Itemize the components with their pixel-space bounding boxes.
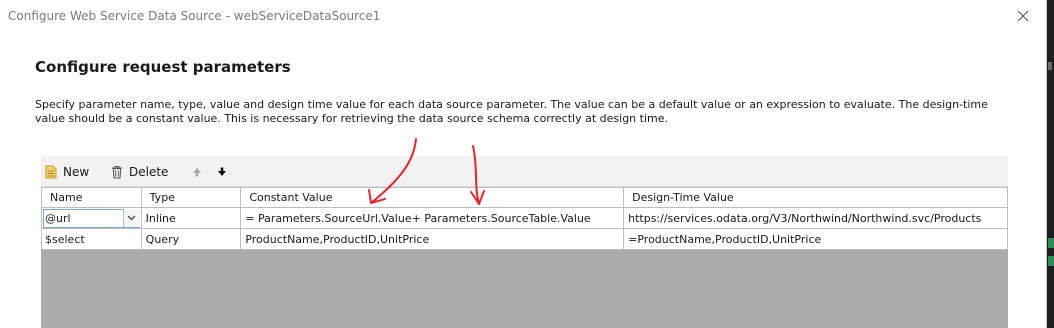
page-description: Specify parameter name, type, value and … — [35, 98, 988, 125]
column-header-type: Type — [140, 187, 242, 208]
chevron-down-icon — [127, 215, 136, 221]
background-editor-mark — [1048, 256, 1054, 266]
column-header-design-time-value: Design-Time Value — [623, 187, 1008, 208]
background-editor-mark — [1048, 62, 1052, 70]
parameter-design-time-value[interactable]: =ProductName,ProductID,UnitPrice — [623, 228, 1008, 250]
grid-header-row: Name Type Constant Value Design-Time Val… — [41, 187, 1008, 208]
parameter-type[interactable]: Inline — [140, 207, 242, 229]
parameters-grid: Name Type Constant Value Design-Time Val… — [41, 187, 1008, 250]
title-bar: Configure Web Service Data Source - webS… — [0, 0, 1046, 34]
window-title: Configure Web Service Data Source - webS… — [8, 9, 381, 23]
trash-icon — [112, 166, 122, 179]
move-up-button[interactable] — [192, 162, 208, 182]
page-title: Configure request parameters — [35, 58, 291, 76]
table-row[interactable]: @url Inline = Parameters.SourceUrl.Value… — [41, 207, 1008, 229]
dialog-window: Configure Web Service Data Source - webS… — [0, 0, 1047, 328]
new-document-icon — [45, 165, 57, 179]
background-editor-mark — [1048, 238, 1054, 248]
arrow-down-icon — [218, 167, 226, 176]
close-icon — [1017, 10, 1029, 22]
table-row[interactable]: $select Query ProductName,ProductID,Unit… — [41, 228, 1008, 250]
parameter-name[interactable]: $select — [41, 228, 142, 250]
column-header-name: Name — [41, 187, 142, 208]
parameter-constant-value[interactable]: = Parameters.SourceUrl.Value+ Parameters… — [240, 207, 625, 229]
delete-button[interactable]: Delete — [111, 162, 168, 182]
parameters-panel: New Delete Name Type Constant Value Desi… — [41, 156, 1008, 328]
new-button[interactable]: New — [45, 162, 89, 182]
parameter-name-combo[interactable]: @url — [41, 207, 142, 229]
parameter-type[interactable]: Query — [140, 228, 242, 250]
parameters-toolbar: New Delete — [41, 156, 1008, 187]
arrow-up-icon — [193, 168, 201, 177]
parameter-name: @url — [45, 211, 71, 225]
parameter-constant-value[interactable]: ProductName,ProductID,UnitPrice — [240, 228, 625, 250]
new-button-label: New — [63, 165, 90, 179]
combo-dropdown-button[interactable] — [122, 209, 140, 227]
move-down-button[interactable] — [217, 162, 233, 182]
parameter-design-time-value[interactable]: https://services.odata.org/V3/Northwind/… — [623, 207, 1008, 229]
column-header-constant-value: Constant Value — [240, 187, 625, 208]
close-button[interactable] — [1006, 2, 1040, 30]
delete-button-label: Delete — [129, 165, 169, 179]
